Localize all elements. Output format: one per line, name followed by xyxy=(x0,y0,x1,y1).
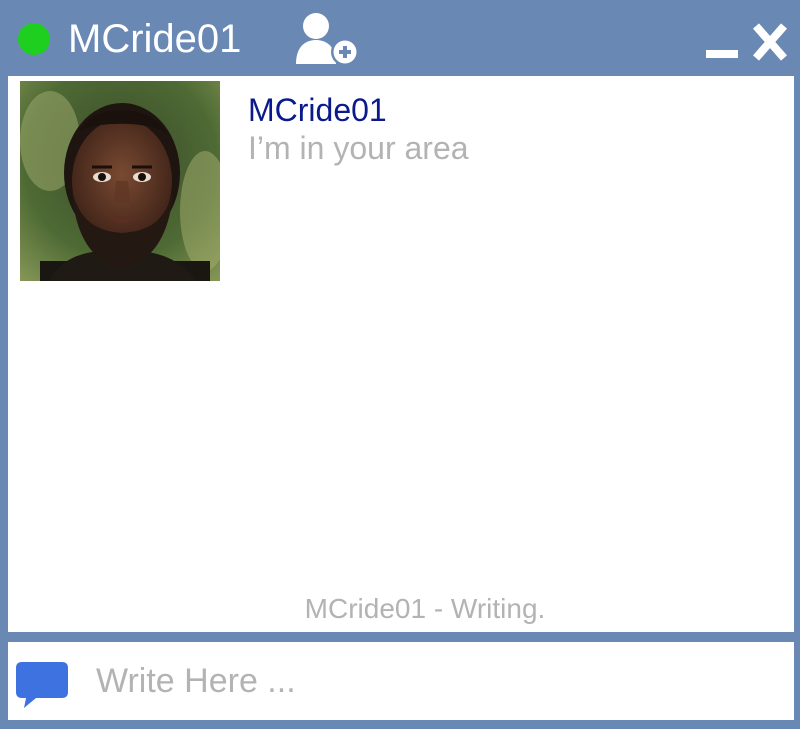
composer-bar xyxy=(8,642,794,720)
message-input[interactable] xyxy=(88,656,786,706)
chat-window: MCride01 MCride01 I’m in your area MCrid… xyxy=(0,0,800,729)
chat-bubble-icon xyxy=(16,662,70,710)
message-list: MCride01 I’m in your area MCride01 - Wri… xyxy=(8,76,794,632)
add-user-button[interactable] xyxy=(292,8,364,68)
online-status-indicator xyxy=(18,23,50,55)
close-icon xyxy=(752,23,788,61)
sender-avatar xyxy=(20,81,220,281)
title-bar[interactable]: MCride01 xyxy=(0,0,800,76)
typing-indicator: MCride01 - Writing. xyxy=(304,593,546,624)
window-title: MCride01 xyxy=(68,17,242,61)
message-sender[interactable]: MCride01 xyxy=(248,90,387,130)
user-avatar-photo xyxy=(20,81,220,281)
close-button[interactable] xyxy=(748,14,792,64)
minimize-button[interactable] xyxy=(700,20,744,60)
add-user-icon xyxy=(296,13,359,66)
message-text: I’m in your area xyxy=(248,130,469,166)
minimize-icon xyxy=(706,50,738,58)
